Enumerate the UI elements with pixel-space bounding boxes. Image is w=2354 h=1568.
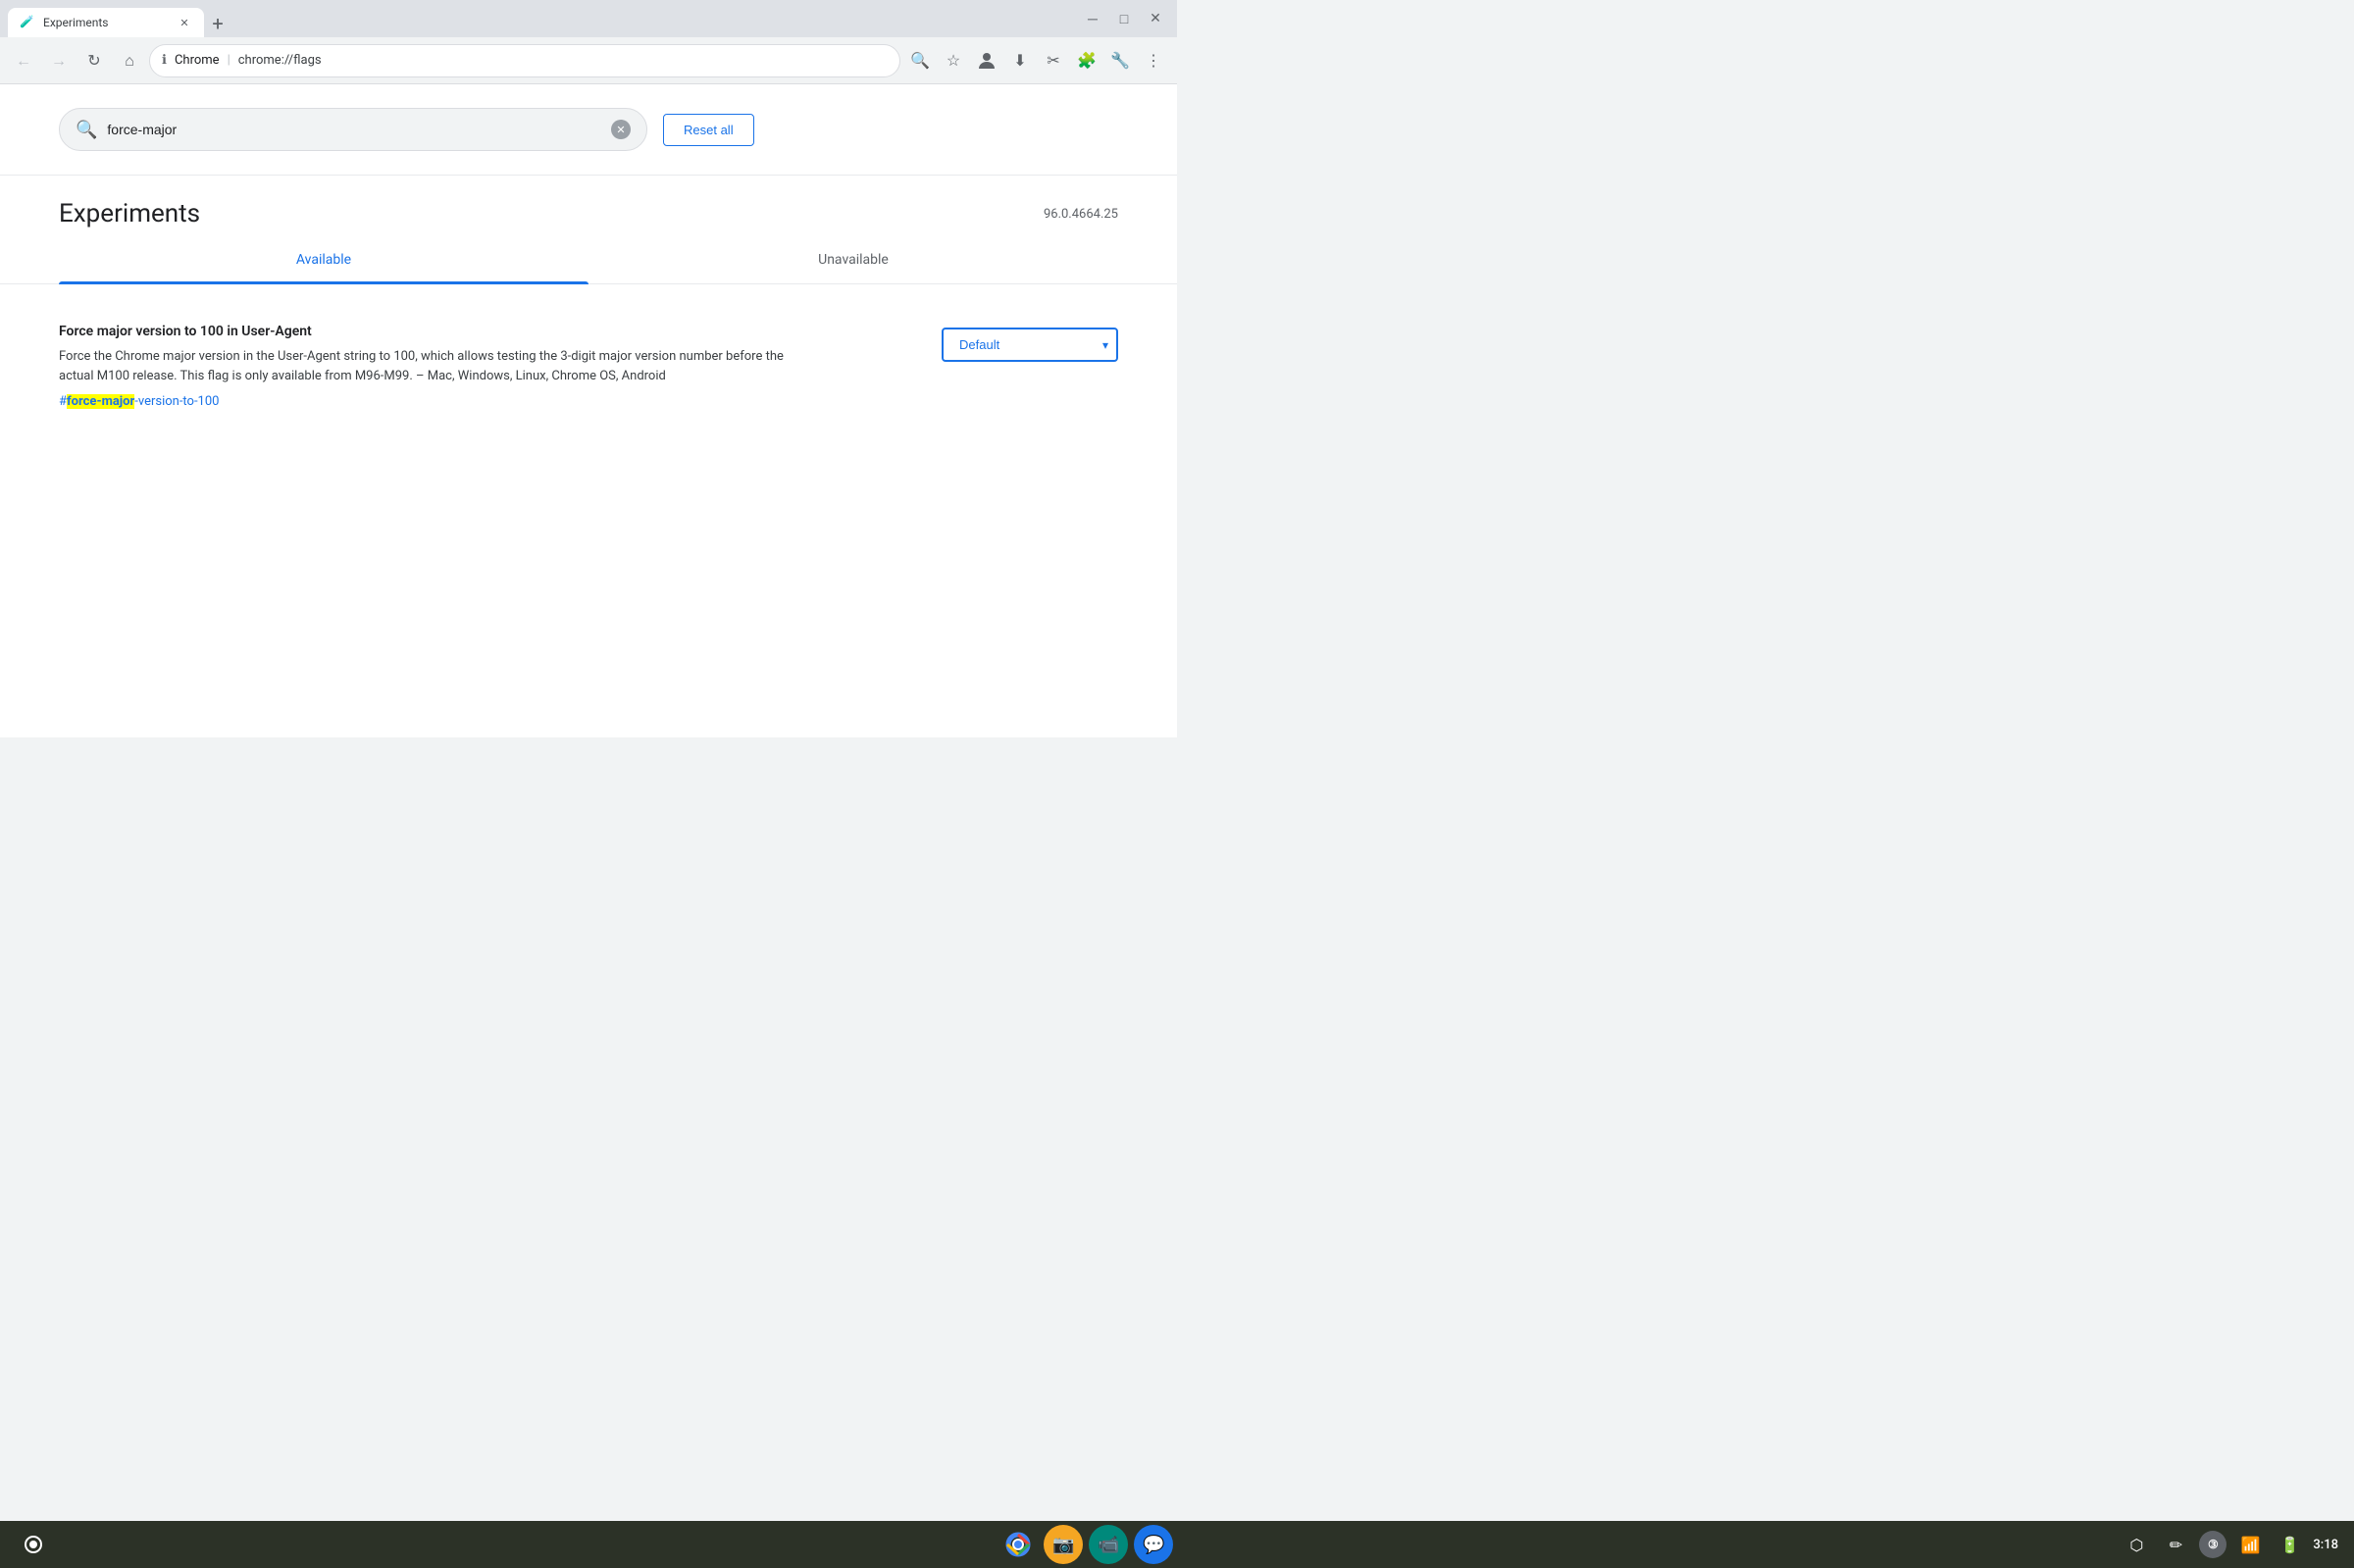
taskbar-right: ⬡ ✏ ③ 📶 🔋 3:18 [2121,1529,2338,1560]
flag-description: Force the Chrome major version in the Us… [59,347,785,385]
tab-unavailable[interactable]: Unavailable [588,236,1118,283]
reset-all-button[interactable]: Reset all [663,114,754,146]
search-box-icon: 🔍 [76,120,97,140]
home-button[interactable]: ⌂ [114,45,145,76]
flag-select-wrapper: Default Enabled Disabled ▾ [942,328,1118,362]
taskbar-meet-app[interactable]: 📹 [1089,1525,1128,1564]
search-icon[interactable]: 🔍 [904,45,936,76]
active-tab[interactable]: 🧪 Experiments ✕ [8,8,204,37]
refresh-button[interactable]: ↻ [78,45,110,76]
taskbar-battery-icon[interactable]: 🔋 [2274,1529,2305,1560]
url-security-icon: ℹ [162,53,167,68]
flag-title: Force major version to 100 in User-Agent [59,324,902,339]
taskbar-notifications-badge[interactable]: ③ [2199,1531,2226,1558]
extensions-icon[interactable]: 🧩 [1071,45,1102,76]
taskbar: 📷 📹 💬 ⬡ ✏ ③ 📶 🔋 3:18 [0,1521,2354,1568]
back-button[interactable]: ← [8,45,39,76]
flag-link-suffix: -version-to-100 [134,394,219,409]
title-bar-controls: ─ □ ✕ [1079,5,1169,32]
experiments-header: Experiments 96.0.4664.25 [0,176,1177,236]
flag-select-container: Default Enabled Disabled ▾ [942,328,1118,362]
address-bar: ← → ↻ ⌂ ℹ Chrome | chrome://flags 🔍 ☆ ⬇ … [0,37,1177,84]
url-divider: | [228,53,230,68]
new-tab-button[interactable]: + [204,10,231,37]
menu-icon[interactable]: ⋮ [1138,45,1169,76]
toolbar-icons: 🔍 ☆ ⬇ ✂ 🧩 🔧 ⋮ [904,45,1169,76]
scissors-icon[interactable]: ✂ [1038,45,1069,76]
bookmark-icon[interactable]: ☆ [938,45,969,76]
main-content: 🔍 ✕ Reset all Experiments 96.0.4664.25 A… [0,84,1177,737]
url-bar[interactable]: ℹ Chrome | chrome://flags [149,44,900,77]
search-box: 🔍 ✕ [59,108,647,151]
flags-list: Force major version to 100 in User-Agent… [0,284,1177,448]
tab-close-button[interactable]: ✕ [177,15,192,30]
taskbar-pen-icon[interactable]: ✏ [2160,1529,2191,1560]
flag-link-prefix: # [59,394,67,409]
forward-button[interactable]: → [43,45,75,76]
download-icon[interactable]: ⬇ [1004,45,1036,76]
tab-title: Experiments [43,16,109,29]
url-path: chrome://flags [238,53,322,68]
taskbar-wifi-icon[interactable]: 📶 [2234,1529,2266,1560]
tab-favicon: 🧪 [20,15,35,30]
flag-link-wrapper: #force-major-version-to-100 [59,393,902,409]
taskbar-time: 3:18 [2313,1538,2338,1552]
tabs-row: Available Unavailable [59,236,1118,283]
url-protocol: Chrome [175,53,220,68]
extra-extension-icon[interactable]: 🔧 [1104,45,1136,76]
taskbar-apps: 📷 📹 💬 [51,1525,2121,1564]
taskbar-messages-app[interactable]: 💬 [1134,1525,1173,1564]
tab-bar: 🧪 Experiments ✕ + [8,0,1071,37]
search-clear-button[interactable]: ✕ [611,120,631,139]
flag-link-highlight: force-major [67,394,134,409]
tabs-container: Available Unavailable [0,236,1177,284]
version-number: 96.0.4664.25 [1044,207,1118,222]
taskbar-left [16,1527,51,1562]
taskbar-camera-app[interactable]: 📷 [1044,1525,1083,1564]
taskbar-screenshot-icon[interactable]: ⬡ [2121,1529,2152,1560]
flag-item: Force major version to 100 in User-Agent… [59,308,1118,425]
flag-link[interactable]: #force-major-version-to-100 [59,394,219,409]
page-title: Experiments [59,199,200,228]
maximize-button[interactable]: □ [1110,5,1138,32]
search-input[interactable] [107,122,601,137]
taskbar-chrome-app[interactable] [998,1525,1038,1564]
flag-select[interactable]: Default Enabled Disabled [942,328,1118,362]
flag-content: Force major version to 100 in User-Agent… [59,324,902,409]
title-bar: 🧪 Experiments ✕ + ─ □ ✕ [0,0,1177,37]
search-bar-area: 🔍 ✕ Reset all [0,84,1177,176]
taskbar-status-icon[interactable] [16,1527,51,1562]
tab-available[interactable]: Available [59,236,588,283]
profile-icon[interactable] [971,45,1002,76]
minimize-button[interactable]: ─ [1079,5,1106,32]
close-button[interactable]: ✕ [1142,5,1169,32]
